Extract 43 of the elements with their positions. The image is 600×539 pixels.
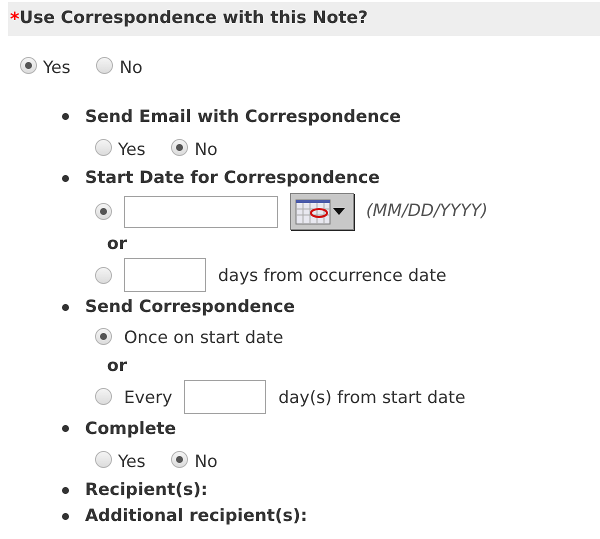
radio-button[interactable] [20, 57, 37, 74]
option-label: day(s) from start date [278, 386, 466, 410]
option-label: days from occurrence date [218, 265, 446, 288]
bullet-icon [62, 512, 69, 520]
calendar-button[interactable] [290, 193, 354, 230]
radio-button[interactable] [171, 450, 188, 468]
radio-button[interactable] [171, 138, 188, 156]
bullet-icon [62, 486, 69, 494]
option-label: Yes [118, 138, 146, 162]
radio-button[interactable] [95, 138, 112, 156]
section-title: Use Correspondence with this Note? [19, 7, 368, 30]
bullet-icon [62, 113, 69, 120]
radio-button[interactable] [96, 57, 114, 74]
option-label: No [194, 450, 218, 474]
option-label: No [194, 138, 218, 162]
bullet-icon [62, 304, 69, 310]
radio-button[interactable] [95, 266, 112, 284]
item-label: Send Correspondence [85, 296, 295, 319]
option-label: Once on start date [124, 327, 284, 350]
option-label: Yes [118, 450, 146, 474]
date-field[interactable] [124, 196, 278, 228]
radio-button[interactable] [95, 203, 112, 220]
item-label: Start Date for Correspondence [85, 167, 380, 190]
option-label: Every [124, 386, 172, 410]
item-label: Complete [85, 418, 176, 440]
item-label: Recipient(s): [85, 479, 208, 502]
or-label: or [107, 354, 128, 378]
bullet-icon [62, 425, 69, 432]
option-label: Yes [43, 57, 70, 80]
radio-button[interactable] [95, 328, 112, 346]
caret-icon [333, 208, 345, 215]
radio-button[interactable] [95, 388, 112, 405]
option-label: No [119, 57, 143, 80]
item-label: Send Email with Correspondence [85, 106, 401, 128]
input-field[interactable] [124, 258, 206, 292]
or-label: or [107, 233, 128, 256]
calendar-icon [295, 198, 331, 224]
format-hint: (MM/DD/YYYY) [366, 200, 488, 223]
bullet-icon [62, 174, 69, 182]
required-mark: * [10, 8, 20, 32]
input-field[interactable] [184, 380, 266, 414]
item-label: Additional recipient(s): [85, 505, 308, 528]
radio-button[interactable] [95, 450, 112, 468]
